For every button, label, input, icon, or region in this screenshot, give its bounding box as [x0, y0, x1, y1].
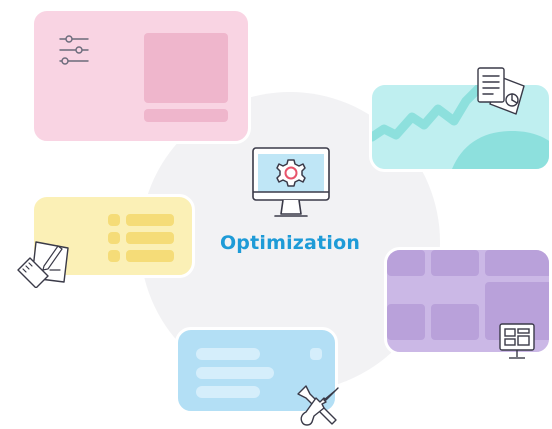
layout-tile: [387, 250, 425, 276]
text-placeholder: [196, 367, 274, 379]
list-bullet: [108, 250, 120, 262]
layout-tile: [431, 304, 479, 340]
list-bullet: [108, 232, 120, 244]
text-placeholder: [144, 109, 228, 122]
monitor-gear-icon: [252, 147, 330, 217]
documents-chart-icon: [477, 67, 525, 115]
list-line: [126, 214, 174, 226]
text-placeholder: [196, 348, 260, 360]
layout-tile: [387, 304, 425, 340]
image-placeholder: [144, 33, 228, 103]
layout-tile: [431, 250, 479, 276]
list-line: [126, 232, 174, 244]
ruler-pencil-icon: [17, 241, 69, 288]
text-placeholder: [310, 348, 322, 360]
list-bullet: [108, 214, 120, 226]
monitor-layout-icon: [499, 323, 535, 359]
wrench-screwdriver-icon: [297, 385, 339, 426]
text-placeholder: [196, 386, 260, 398]
page-title: Optimization: [219, 232, 361, 254]
settings-card: [31, 8, 251, 144]
layout-tile: [485, 250, 549, 276]
list-line: [126, 250, 174, 262]
sliders-icon: [59, 35, 89, 65]
